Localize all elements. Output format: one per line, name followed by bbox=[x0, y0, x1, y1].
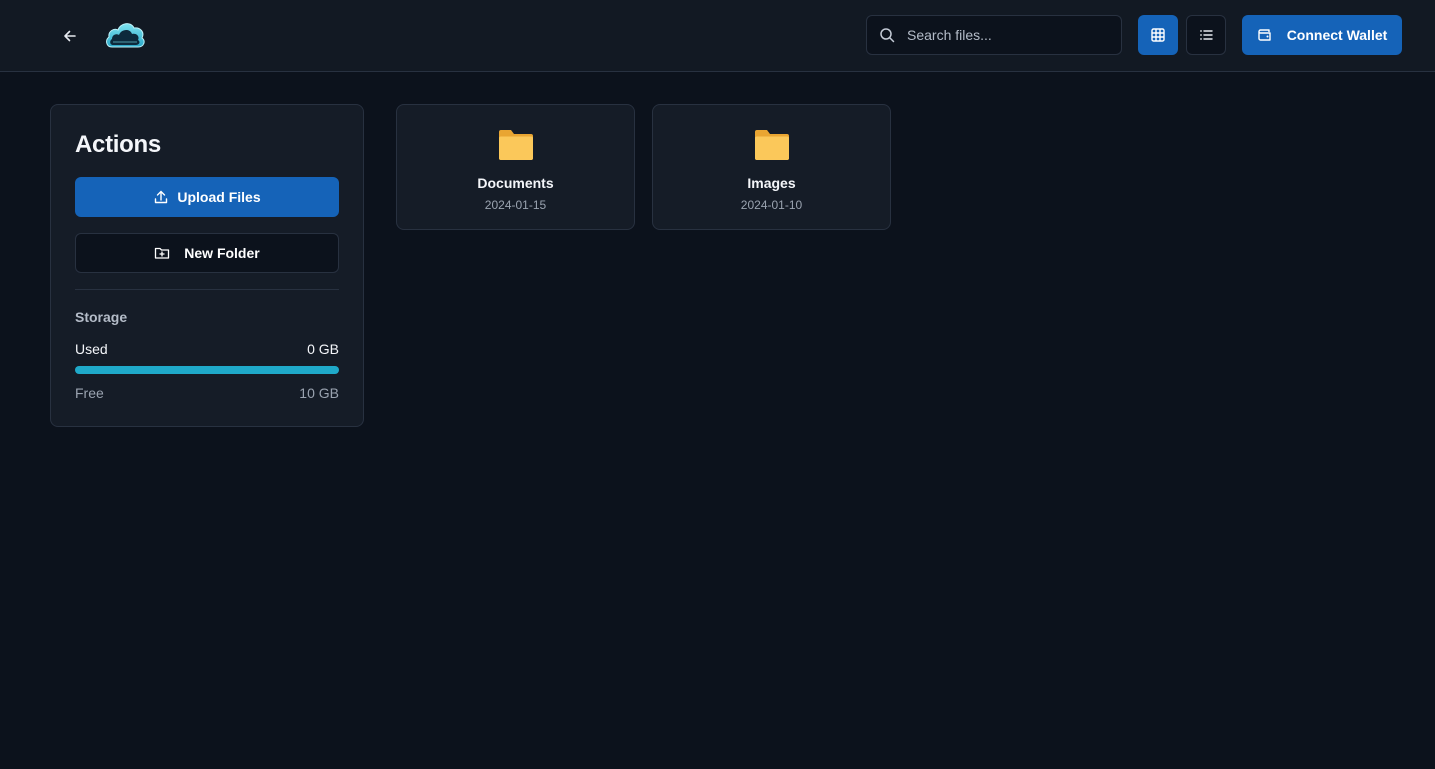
folder-name: Images bbox=[747, 175, 796, 191]
list-icon bbox=[1200, 30, 1213, 40]
storage-free-value: 10 GB bbox=[299, 385, 339, 401]
arrow-left-icon bbox=[64, 30, 76, 42]
search-icon bbox=[880, 28, 895, 43]
search-box[interactable] bbox=[866, 15, 1122, 55]
grid-view-button[interactable] bbox=[1138, 15, 1178, 55]
new-folder-button[interactable]: New Folder bbox=[75, 233, 339, 273]
connect-wallet-button[interactable]: Connect Wallet bbox=[1242, 15, 1402, 55]
storage-free-row: Free 10 GB bbox=[75, 385, 339, 401]
folder-icon bbox=[498, 130, 533, 160]
actions-panel: Actions Upload Files New Folder Storage … bbox=[50, 104, 364, 427]
list-view-button[interactable] bbox=[1186, 15, 1226, 55]
folder-card-images[interactable]: Images 2024-01-10 bbox=[652, 104, 891, 230]
new-folder-label: New Folder bbox=[184, 245, 260, 261]
folder-date: 2024-01-10 bbox=[740, 198, 803, 212]
search-input[interactable] bbox=[907, 27, 1107, 43]
storage-used-row: Used 0 GB bbox=[75, 341, 339, 357]
top-bar: Connect Wallet bbox=[0, 0, 1435, 72]
storage-used-label: Used bbox=[75, 341, 108, 357]
cloud-logo-icon[interactable] bbox=[104, 16, 146, 54]
back-button[interactable] bbox=[58, 24, 82, 48]
folder-icon bbox=[754, 130, 789, 160]
folder-name: Documents bbox=[477, 175, 554, 191]
upload-files-label: Upload Files bbox=[177, 189, 261, 205]
storage-progress-bar bbox=[75, 366, 339, 374]
folder-card-documents[interactable]: Documents 2024-01-15 bbox=[396, 104, 635, 230]
upload-files-button[interactable]: Upload Files bbox=[75, 177, 339, 217]
folder-date: 2024-01-15 bbox=[484, 198, 547, 212]
wallet-icon bbox=[1257, 29, 1271, 41]
folder-plus-icon bbox=[155, 247, 170, 259]
divider bbox=[75, 289, 339, 290]
grid-icon bbox=[1151, 28, 1165, 42]
storage-free-label: Free bbox=[75, 385, 104, 401]
storage-used-value: 0 GB bbox=[307, 341, 339, 357]
storage-title: Storage bbox=[75, 309, 128, 325]
actions-title: Actions bbox=[75, 131, 161, 158]
upload-icon bbox=[155, 190, 168, 204]
connect-wallet-label: Connect Wallet bbox=[1286, 27, 1388, 43]
